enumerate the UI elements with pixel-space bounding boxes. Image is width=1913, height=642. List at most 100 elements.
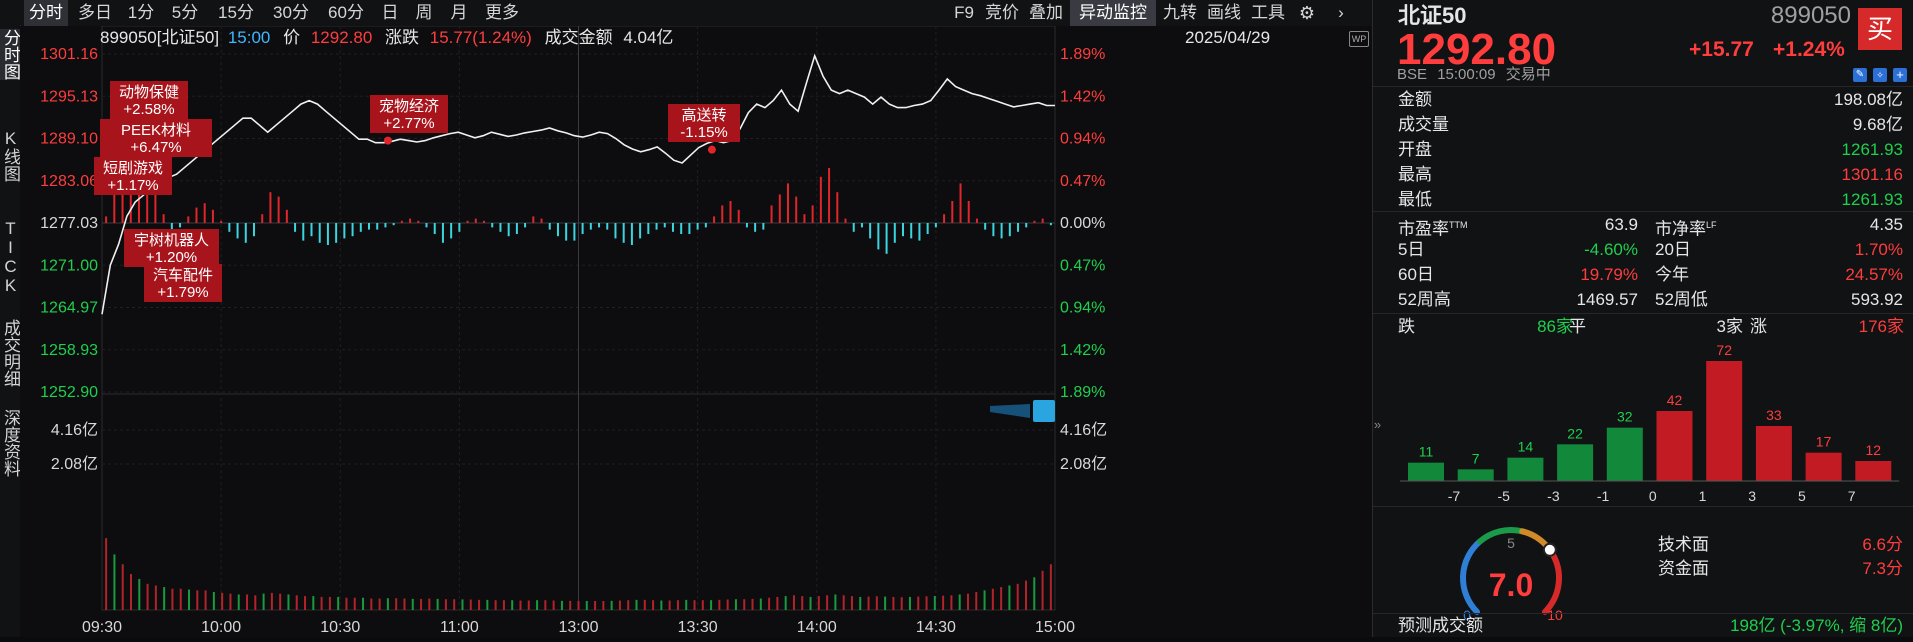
distribution-bar-value: 11 (1419, 444, 1434, 460)
distribution-bar-value: 32 (1617, 409, 1633, 425)
pct-axis-label: 0.94% (1060, 131, 1105, 148)
annotation-name: 高送转 (681, 107, 726, 124)
period-tab-7[interactable]: 日 (375, 0, 405, 26)
stat-value: 1301.16 (1841, 165, 1903, 184)
vol-axis-label-right: 4.16亿 (1060, 421, 1107, 439)
gauge-mid: 5 (1507, 535, 1515, 551)
flow-indicator-icon[interactable] (990, 400, 1055, 422)
period-tab-8[interactable]: 周 (408, 0, 440, 26)
metric-value: 24.57% (1845, 265, 1903, 284)
tech-label: 技术面 (1658, 535, 1709, 554)
metric-value: 4.35 (1869, 215, 1903, 234)
tool-6[interactable]: 工具 (1248, 0, 1288, 26)
tool-3[interactable]: 异动监控 (1070, 0, 1156, 26)
pct-axis-label: 1.89% (1060, 384, 1105, 401)
price-axis-label: 1271.00 (40, 257, 98, 274)
stat-value: 1261.93 (1841, 140, 1903, 159)
event-marker[interactable] (707, 145, 716, 154)
period-tab-0[interactable]: 分时 (24, 0, 68, 26)
time-axis-label: 11:00 (440, 619, 479, 636)
sector-annotation-1[interactable]: PEEK材料+6.47% (100, 119, 212, 157)
distribution-tick: 5 (1798, 488, 1806, 504)
sector-annotation-3[interactable]: 宇树机器人+1.20% (124, 229, 219, 267)
change-value: 15.77(1.24%) (429, 28, 532, 47)
distribution-tick: -3 (1547, 488, 1560, 504)
metric-label: 5日 (1398, 238, 1424, 262)
tool-5[interactable]: 画线 (1204, 0, 1244, 26)
change-label: 涨跌 (385, 28, 420, 47)
period-tab-9[interactable]: 月 (443, 0, 475, 26)
metric-label: 今年 (1655, 263, 1689, 287)
annotation-name: 汽车配件 (153, 267, 213, 284)
time-axis-label: 10:30 (320, 619, 360, 636)
period-tab-10[interactable]: 更多 (478, 0, 526, 26)
distribution-tick: -5 (1497, 488, 1510, 504)
annotation-pct: +1.17% (107, 177, 158, 194)
vtab-2[interactable]: TICK (0, 219, 20, 295)
vtab-3[interactable]: 成交明细 (0, 319, 20, 387)
wp-icon[interactable]: WP (1349, 31, 1369, 47)
distribution-tick: 0 (1649, 488, 1657, 504)
intraday-chart-svg[interactable]: 1301.16 1.89% 1295.13 1.42% 1289.10 0.94% 1283… (20, 25, 1372, 637)
tool-2[interactable]: 叠加 (1026, 0, 1066, 26)
distribution-bar-value: 14 (1518, 439, 1534, 455)
vtab-label-4: 深度资料 (1, 409, 20, 477)
add-watchlist-icon[interactable]: + (1893, 68, 1907, 82)
sector-annotation-5[interactable]: 宠物经济+2.77% (370, 95, 448, 133)
collapse-panel-icon[interactable]: » (1372, 410, 1383, 440)
vtab-0[interactable]: 分时图 (0, 29, 20, 80)
pct-axis-label: 1.42% (1060, 342, 1105, 359)
distribution-tick: 3 (1748, 488, 1756, 504)
stat-label: 成交量 (1398, 115, 1449, 134)
trading-status: 交易中 (1505, 66, 1551, 83)
stat-value: 198.08亿 (1834, 90, 1903, 109)
sector-annotation-0[interactable]: 动物保健+2.58% (110, 81, 188, 119)
period-tab-2[interactable]: 1分 (122, 0, 160, 26)
buy-button[interactable]: 买 (1858, 8, 1902, 50)
settings-gear-icon[interactable]: ⚙ (1294, 0, 1320, 26)
distribution-bar (1457, 469, 1494, 481)
period-tab-1[interactable]: 多日 (71, 0, 119, 26)
bell-icon[interactable]: ✧ (1873, 68, 1887, 82)
index-code-name: 899050[北证50] (100, 28, 220, 47)
distribution-bar-value: 42 (1667, 392, 1683, 408)
vtab-4[interactable]: 深度资料 (0, 409, 20, 477)
distribution-bar (1606, 427, 1643, 481)
time-axis-label: 14:00 (797, 619, 837, 636)
tool-0[interactable]: F9 (950, 0, 978, 26)
annotation-name: 动物保健 (119, 84, 179, 101)
period-tab-5[interactable]: 30分 (265, 0, 317, 26)
vol-axis-label: 2.08亿 (51, 455, 98, 473)
annotation-pct: -1.15% (680, 124, 728, 141)
edit-icon[interactable]: ✎ (1853, 68, 1867, 82)
price-axis-label: 1295.13 (40, 88, 98, 105)
distribution-bar (1507, 457, 1544, 481)
exchange: BSE (1397, 66, 1428, 83)
price-change-pct: +1.24% (1773, 38, 1845, 61)
metric-label: 20日 (1655, 238, 1691, 262)
distribution-bar-value: 17 (1816, 434, 1832, 450)
stat-label: 金额 (1398, 90, 1432, 109)
metric-label-text: 52周高 (1398, 290, 1451, 309)
price-axis-label: 1264.97 (40, 300, 98, 317)
period-tab-4[interactable]: 15分 (210, 0, 262, 26)
distribution-tick: -1 (1597, 488, 1610, 504)
index-code: 899050 (1770, 2, 1851, 29)
event-marker[interactable] (383, 136, 392, 145)
sector-annotation-2[interactable]: 短剧游戏+1.17% (94, 157, 172, 195)
gauge-arc (1476, 527, 1526, 545)
sector-annotation-6[interactable]: 高送转-1.15% (668, 104, 740, 142)
distribution-bar (1755, 426, 1792, 481)
chevron-right-icon[interactable]: › (1328, 0, 1354, 26)
period-tab-3[interactable]: 5分 (163, 0, 207, 26)
price-label: 价 (283, 28, 301, 47)
distribution-tick: 1 (1699, 488, 1707, 504)
tool-4[interactable]: 九转 (1160, 0, 1200, 26)
period-tab-6[interactable]: 60分 (320, 0, 372, 26)
vtab-1[interactable]: K线图 (0, 129, 20, 182)
tool-1[interactable]: 竞价 (982, 0, 1022, 26)
time-axis-label: 15:00 (1035, 619, 1075, 636)
intraday-chart[interactable]: 1301.16 1.89% 1295.13 1.42% 1289.10 0.94% 1283… (20, 25, 1372, 637)
sector-annotation-4[interactable]: 汽车配件+1.79% (144, 264, 222, 302)
annotation-pct: +6.47% (130, 139, 181, 156)
